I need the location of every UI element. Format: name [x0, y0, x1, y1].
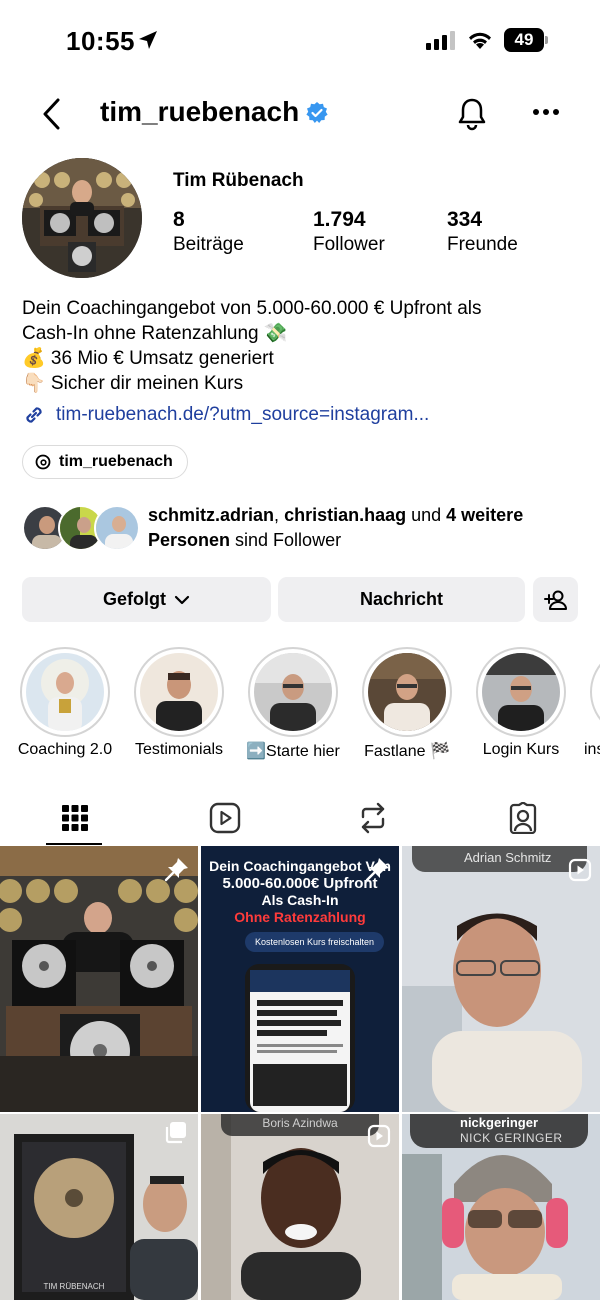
pinned-icon [365, 858, 389, 882]
profile-bio: Dein Coachingangebot von 5.000-60.000 € … [22, 296, 582, 396]
location-arrow-icon [139, 31, 157, 49]
profile-username: tim_ruebenach [100, 96, 300, 127]
post-headline-accent: Ohne Ratenzahlung [234, 909, 366, 925]
reels-icon [209, 802, 241, 834]
repost-icon [361, 802, 385, 834]
active-tab-indicator [46, 843, 102, 845]
wifi-icon [469, 32, 491, 49]
threads-handle: tim_ruebenach [59, 453, 173, 470]
bio-line: Dein Coachingangebot von 5.000-60.000 € … [22, 298, 482, 319]
notification-bell-icon[interactable] [455, 96, 489, 132]
link-chain-icon [26, 407, 42, 423]
carousel-icon [165, 1122, 186, 1144]
separator: , [274, 505, 285, 525]
mutual-follower-name[interactable]: christian.haag [284, 505, 406, 525]
grid-icon [62, 805, 88, 831]
highlight-label: Fastlane 🏁 [364, 743, 450, 760]
grid-post[interactable] [0, 846, 198, 1112]
grid-post[interactable]: Boris Azindwa [201, 1114, 399, 1300]
stat-posts-value: 8 [173, 208, 185, 231]
stat-posts-label: Beiträge [173, 234, 244, 255]
grid-post[interactable]: TIM RÜBENACH [0, 1114, 198, 1300]
tab-reposts[interactable] [298, 790, 448, 846]
tab-tagged[interactable] [448, 790, 598, 846]
tab-grid[interactable] [0, 790, 150, 846]
mutual-followers[interactable]: schmitz.adrian, christian.haag und 4 wei… [22, 503, 592, 553]
post-overlay-name: Adrian Schmitz [412, 846, 587, 872]
message-label: Nachricht [359, 589, 444, 609]
persons-label: Personen [148, 530, 231, 550]
add-person-icon [543, 590, 567, 610]
battery-level: 49 [504, 28, 544, 52]
post-overlay-handle: nickgeringer [460, 1115, 539, 1130]
profile-display-name: Tim Rübenach [173, 170, 304, 191]
following-button[interactable]: Gefolgt [22, 577, 271, 622]
status-bar: 10:55 49 [0, 0, 600, 80]
profile-website-link[interactable]: tim-ruebenach.de/?utm_source=instagram..… [22, 403, 429, 427]
stat-posts[interactable]: 8 Beiträge [173, 208, 244, 256]
reel-play-icon [367, 1124, 391, 1148]
highlight-label: Coaching 2.0 [17, 741, 113, 758]
verified-badge-icon [306, 102, 328, 123]
bio-line: Cash-In ohne Ratenzahlung 💸 [22, 323, 288, 344]
highlight-label: ins [584, 741, 600, 758]
bio-line: 👇🏻 Sicher dir meinen Kurs [22, 373, 244, 394]
battery-indicator: 49 [504, 28, 548, 52]
grid-post[interactable]: nickgeringer NICK GERINGER [402, 1114, 600, 1300]
tab-reels[interactable] [150, 790, 300, 846]
reel-play-icon [568, 858, 592, 882]
post-overlay-banner: nickgeringer NICK GERINGER [410, 1114, 588, 1148]
highlight-login-course[interactable]: Login Kurs [476, 647, 566, 758]
stat-friends[interactable]: 334 Freunde [447, 208, 518, 256]
link-text[interactable]: tim-ruebenach.de/?utm_source=instagram..… [56, 404, 429, 426]
highlight-label: ➡️Starte hier [246, 743, 340, 760]
stat-followers[interactable]: 1.794 Follower [313, 208, 385, 256]
highlight-testimonials[interactable]: Testimonials [134, 647, 224, 758]
grid-post[interactable]: Dein Coachingangebot Von 5.000-60.000€ U… [201, 846, 399, 1112]
follower-suffix: sind Follower [230, 530, 342, 550]
post-headline: Als Cash-In [261, 892, 339, 908]
tagged-person-icon [509, 802, 537, 834]
pinned-icon [164, 858, 188, 882]
profile-avatar[interactable] [22, 158, 142, 278]
more-options-icon[interactable] [532, 108, 560, 116]
grid-post[interactable]: Adrian Schmitz [402, 846, 600, 1112]
highlight-label: Login Kurs [482, 741, 560, 758]
conjunction: und [406, 505, 447, 525]
post-overlay-name: NICK GERINGER [460, 1131, 563, 1145]
suggest-people-button[interactable] [533, 577, 578, 622]
bio-line: 💰 36 Mio € Umsatz generiert [22, 348, 274, 369]
profile-header: tim_ruebenach [0, 88, 600, 140]
stat-friends-label: Freunde [447, 234, 518, 255]
cellular-signal-icon [426, 31, 455, 50]
profile-tabs [0, 790, 600, 846]
stat-followers-value: 1.794 [313, 208, 366, 231]
mutual-follower-avatar [94, 505, 140, 551]
highlight-fastlane[interactable]: Fastlane 🏁 [362, 647, 452, 760]
chevron-down-icon [174, 595, 190, 604]
stat-friends-value: 334 [447, 208, 483, 231]
mutual-follower-name[interactable]: schmitz.adrian [148, 505, 274, 525]
threads-badge[interactable]: tim_ruebenach [22, 445, 188, 479]
mutual-followers-text: schmitz.adrian, christian.haag und 4 wei… [148, 503, 593, 553]
message-button[interactable]: Nachricht [278, 577, 525, 622]
plaque-name: TIM RÜBENACH [43, 1282, 105, 1291]
clock: 10:55 [66, 26, 135, 56]
highlight-label: Testimonials [134, 741, 224, 758]
stat-followers-label: Follower [313, 234, 385, 255]
phone-mockup [245, 964, 355, 1112]
post-cta: Kostenlosen Kurs freischalten [245, 932, 385, 952]
highlight-partial[interactable]: ins [584, 647, 600, 758]
more-followers-count: 4 weitere [446, 505, 524, 525]
post-overlay-name: Boris Azindwa [221, 1114, 379, 1136]
following-label: Gefolgt [103, 589, 166, 609]
back-arrow-icon[interactable] [38, 96, 68, 132]
highlight-start-here[interactable]: ➡️Starte hier [246, 647, 340, 760]
posts-grid: Dein Coachingangebot Von 5.000-60.000€ U… [0, 846, 600, 1300]
highlight-coaching[interactable]: Coaching 2.0 [18, 647, 112, 758]
battery-cap [545, 36, 548, 44]
threads-logo-icon [35, 454, 51, 470]
